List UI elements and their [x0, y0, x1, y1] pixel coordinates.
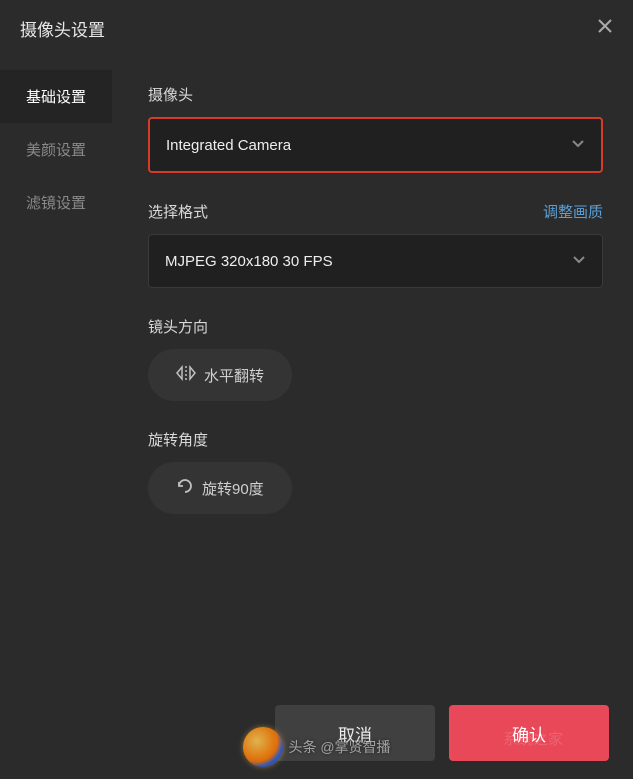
format-field-group: 选择格式 调整画质 MJPEG 320x180 30 FPS — [148, 201, 603, 288]
horizontal-flip-button[interactable]: 水平翻转 — [148, 349, 292, 401]
format-label: 选择格式 — [148, 201, 208, 222]
chevron-down-icon — [571, 136, 585, 154]
sidebar-item-filter[interactable]: 滤镜设置 — [0, 176, 112, 229]
camera-select[interactable]: Integrated Camera — [148, 117, 603, 173]
adjust-quality-link[interactable]: 调整画质 — [543, 201, 603, 222]
flip-button-label: 水平翻转 — [204, 365, 264, 386]
format-label-row: 选择格式 调整画质 — [148, 201, 603, 222]
confirm-button[interactable]: 确认 — [449, 705, 609, 761]
sidebar-item-label: 美颜设置 — [26, 142, 86, 159]
sidebar: 基础设置 美颜设置 滤镜设置 — [0, 56, 112, 779]
rotation-label: 旋转角度 — [148, 429, 603, 450]
rotate-90-button[interactable]: 旋转90度 — [148, 462, 292, 514]
dialog-title: 摄像头设置 — [20, 16, 105, 41]
camera-label: 摄像头 — [148, 84, 603, 105]
camera-select-value: Integrated Camera — [166, 137, 291, 154]
sidebar-item-beauty[interactable]: 美颜设置 — [0, 123, 112, 176]
rotate-icon — [176, 477, 194, 499]
dialog-footer: 取消 确认 — [275, 705, 609, 761]
sidebar-item-label: 基础设置 — [26, 89, 86, 106]
flip-horizontal-icon — [176, 365, 196, 385]
camera-field-group: 摄像头 Integrated Camera — [148, 84, 603, 173]
content-wrap: 基础设置 美颜设置 滤镜设置 摄像头 Integrated Camera 选择格… — [0, 56, 633, 779]
direction-field-group: 镜头方向 水平翻转 — [148, 316, 603, 401]
sidebar-item-label: 滤镜设置 — [26, 195, 86, 212]
format-select[interactable]: MJPEG 320x180 30 FPS — [148, 234, 603, 288]
chevron-down-icon — [572, 252, 586, 270]
main-panel: 摄像头 Integrated Camera 选择格式 调整画质 MJPEG 32… — [112, 56, 633, 779]
cancel-button[interactable]: 取消 — [275, 705, 435, 761]
sidebar-item-basic[interactable]: 基础设置 — [0, 70, 112, 123]
rotate-button-label: 旋转90度 — [202, 478, 264, 499]
dialog-header: 摄像头设置 — [0, 0, 633, 56]
format-select-value: MJPEG 320x180 30 FPS — [165, 253, 333, 270]
rotation-field-group: 旋转角度 旋转90度 — [148, 429, 603, 514]
direction-label: 镜头方向 — [148, 316, 603, 337]
close-icon[interactable] — [597, 18, 613, 39]
